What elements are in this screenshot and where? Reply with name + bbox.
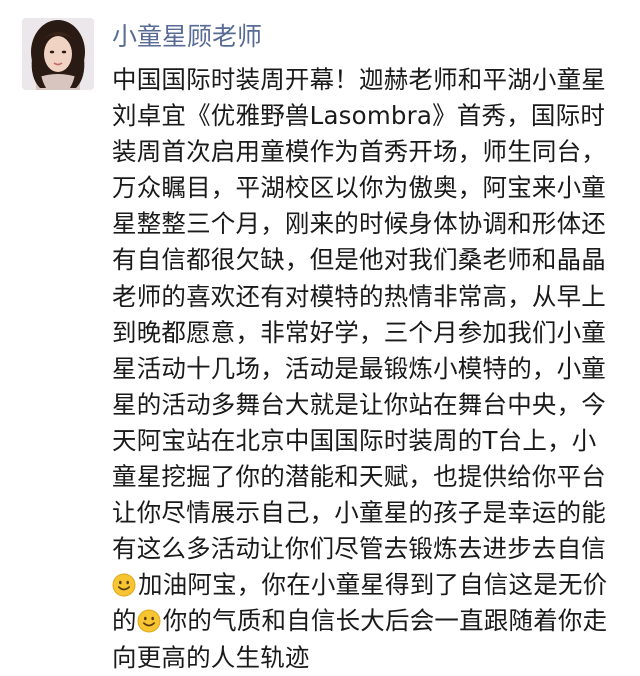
- post-content: 中国国际时装周开幕！迦赫老师和平湖小童星 刘卓宜《优雅野兽Lasombra》首秀…: [112, 62, 632, 676]
- content-line: 老师的喜欢还有对模特的热情非常高，从早上: [112, 281, 606, 311]
- content-line: 刘卓宜《优雅野兽Lasombra》首秀，国际时: [112, 101, 606, 131]
- content-line-with-emoji: 的 你的气质和自信长大后会一直跟随着你走: [112, 603, 632, 639]
- content-line: 到晚都愿意，非常好学，三个月参加我们小童: [112, 317, 606, 347]
- content-line: 有这么多活动让你们尽管去锻炼去进步去自信: [112, 534, 606, 564]
- author-avatar[interactable]: [22, 18, 94, 90]
- moments-post: 小童星顾老师 中国国际时装周开幕！迦赫老师和平湖小童星 刘卓宜《优雅野兽Laso…: [0, 0, 640, 672]
- smile-emoji-icon: [137, 609, 161, 633]
- content-line: 天阿宝站在北京中国国际时装周的T台上，小: [112, 425, 597, 455]
- content-line: 让你尽情展示自己，小童星的孩子是幸运的能: [112, 498, 606, 528]
- content-text: 加油阿宝，你在小童星得到了自信这是无价: [138, 570, 608, 600]
- author-name[interactable]: 小童星顾老师: [112, 20, 262, 54]
- content-line: 星的活动多舞台大就是让你站在舞台中央，今: [112, 389, 606, 419]
- content-text: 的: [112, 606, 137, 636]
- content-text: 你的气质和自信长大后会一直跟随着你走: [162, 606, 608, 636]
- content-line: 有自信都很欠缺，但是他对我们桑老师和晶晶: [112, 245, 606, 275]
- content-line: 童星挖掘了你的潜能和天赋，也提供给你平台: [112, 462, 606, 492]
- smile-emoji-icon: [112, 573, 136, 597]
- content-line: 向更高的人生轨迹: [112, 642, 310, 672]
- content-line: 星整整三个月，刚来的时候身体协调和形体还: [112, 209, 606, 239]
- content-line: 万众瞩目，平湖校区以你为傲奥，阿宝来小童: [112, 173, 606, 203]
- content-line: 中国国际时装周开幕！迦赫老师和平湖小童星: [112, 65, 606, 94]
- content-line: 装周首次启用童模作为首秀开场，师生同台，: [112, 137, 606, 167]
- avatar-photo: [22, 18, 94, 90]
- content-line: 星活动十几场，活动是最锻炼小模特的，小童: [112, 353, 606, 383]
